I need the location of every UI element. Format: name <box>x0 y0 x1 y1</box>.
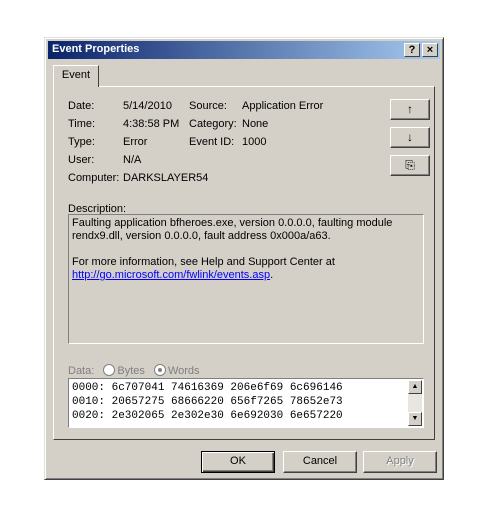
bytes-radio-label[interactable]: Bytes <box>117 365 145 377</box>
previous-event-button[interactable]: ↑ <box>390 99 430 120</box>
category-value: None <box>242 118 269 130</box>
link-suffix: . <box>270 269 274 281</box>
date-label: Date: <box>68 100 95 112</box>
date-value: 5/14/2010 <box>123 100 172 112</box>
user-value: N/A <box>123 154 142 166</box>
scroll-down-icon[interactable]: ▼ <box>408 412 422 426</box>
computer-label: Computer: <box>68 172 120 184</box>
user-label: User: <box>68 154 95 166</box>
event-id-value: 1000 <box>242 136 267 148</box>
hex-scrollbar[interactable]: ▲ ▼ <box>408 380 422 426</box>
source-label: Source: <box>189 100 227 112</box>
description-line: Faulting application bfheroes.exe, versi… <box>72 217 393 229</box>
cancel-button[interactable]: Cancel <box>283 451 357 473</box>
copy-button[interactable]: ⎘ <box>390 155 430 176</box>
tab-event[interactable]: Event <box>53 65 99 87</box>
description-text: Faulting application bfheroes.exe, versi… <box>72 217 412 282</box>
event-properties-dialog: Event Properties ? × Event Date: 5/14/20… <box>44 37 444 480</box>
type-label: Type: <box>68 136 95 148</box>
apply-button[interactable]: Apply <box>363 451 437 473</box>
hex-lines: 0000: 6c707041 74616369 206e6f69 6c69614… <box>72 381 343 423</box>
bytes-radio[interactable] <box>103 364 116 376</box>
description-textbox[interactable]: Faulting application bfheroes.exe, versi… <box>68 214 424 344</box>
time-value: 4:38:58 PM <box>123 118 180 130</box>
data-hex-listbox[interactable]: 0000: 6c707041 74616369 206e6f69 6c69614… <box>68 378 424 428</box>
arrow-up-icon: ↑ <box>407 102 413 116</box>
time-label: Time: <box>68 118 96 130</box>
help-button[interactable]: ? <box>404 43 420 57</box>
arrow-down-icon: ↓ <box>407 130 413 144</box>
computer-value: DARKSLAYER54 <box>123 172 209 184</box>
next-event-button[interactable]: ↓ <box>390 127 430 148</box>
description-line: rendx9.dll, version 0.0.0.0, fault addre… <box>72 230 331 242</box>
hex-line: 0000: 6c707041 74616369 206e6f69 6c69614… <box>72 382 343 394</box>
scroll-up-icon[interactable]: ▲ <box>408 380 422 394</box>
type-value: Error <box>123 136 148 148</box>
description-line: For more information, see Help and Suppo… <box>72 256 335 268</box>
hex-line: 0010: 20657275 68666220 656f7265 78652e7… <box>72 396 343 408</box>
copy-icon: ⎘ <box>405 158 415 172</box>
close-button[interactable]: × <box>422 43 438 57</box>
source-value: Application Error <box>242 100 324 112</box>
event-id-label: Event ID: <box>189 136 235 148</box>
help-link[interactable]: http://go.microsoft.com/fwlink/events.as… <box>72 269 270 281</box>
hex-line: 0020: 2e302065 2e302e30 6e692030 6e65722… <box>72 410 343 422</box>
title-bar[interactable]: Event Properties ? × <box>48 41 440 59</box>
ok-button[interactable]: OK <box>201 451 275 473</box>
words-radio[interactable] <box>153 364 166 376</box>
data-label: Data: <box>68 365 95 377</box>
data-format-row: Data: Bytes Words <box>68 364 200 377</box>
words-radio-label[interactable]: Words <box>168 365 200 377</box>
category-label: Category: <box>189 118 237 130</box>
window-title: Event Properties <box>52 43 140 55</box>
